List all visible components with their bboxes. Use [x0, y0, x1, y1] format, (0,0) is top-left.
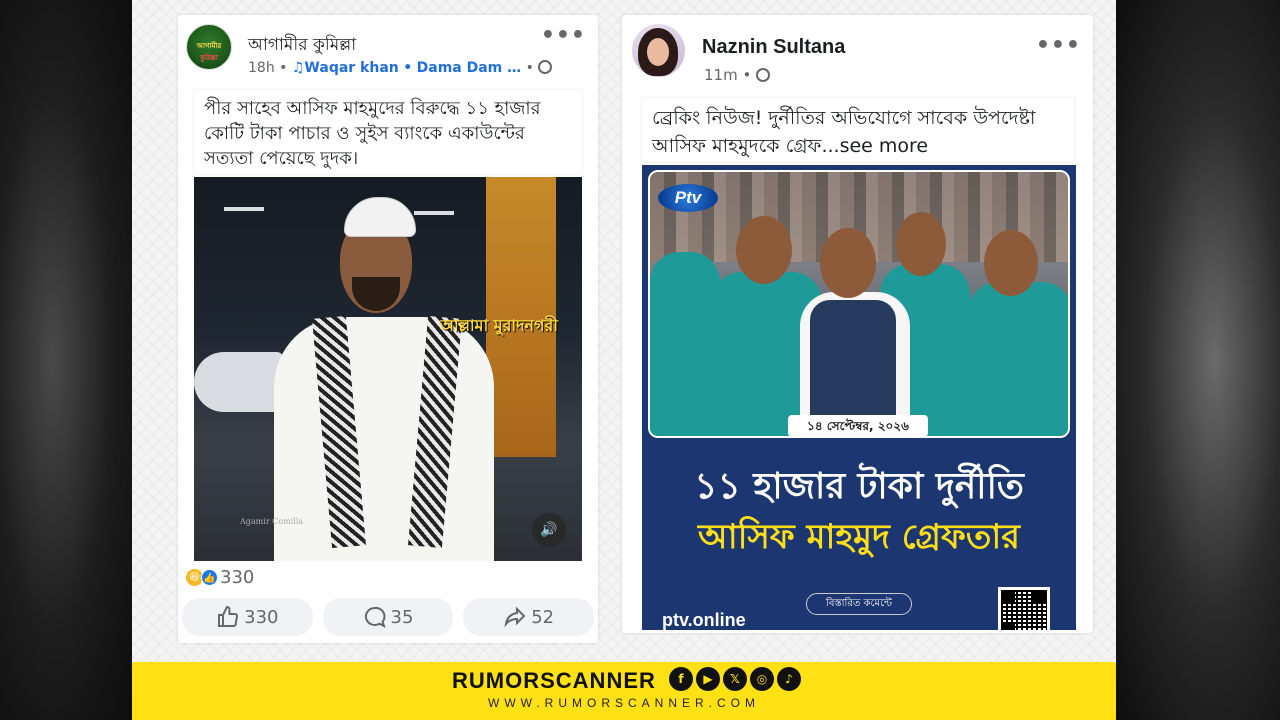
- police-head: [984, 230, 1038, 296]
- post-text: পীর সাহেব আসিফ মাহমুদের বিরুদ্ধে ১১ হাজা…: [194, 90, 582, 174]
- headline-primary: ১১ হাজার টাকা দুর্নীতি: [694, 466, 1024, 507]
- date-label: ১৪ সেপ্টেম্বর, ২০২৬: [788, 415, 928, 437]
- post-time[interactable]: 18h: [248, 60, 275, 76]
- separator: •: [279, 60, 288, 76]
- comment-button[interactable]: 35: [322, 598, 454, 636]
- headline-secondary: আসিফ মাহমুদ গ্রেফতার: [698, 517, 1020, 557]
- comment-icon: [364, 606, 386, 628]
- post-meta: 11m •: [704, 66, 771, 84]
- reaction-summary[interactable]: 😆 👍 330: [186, 567, 254, 588]
- post-meta: 18h • ♫Waqar khan • Dama Dam … •: [248, 60, 553, 76]
- reaction-count: 330: [220, 567, 255, 588]
- facebook-icon[interactable]: f: [669, 667, 693, 691]
- share-icon: [504, 606, 526, 628]
- person-robe: [274, 317, 494, 561]
- music-note-icon: ♫: [291, 60, 305, 76]
- news-card-image[interactable]: Ptv ১৪ সেপ্টেম্বর, ২০২৬ ১১ হাজার টাকা দু…: [642, 165, 1076, 630]
- airplane-image: [194, 352, 284, 412]
- website-url: WWW.RUMORSCANNER.COM: [488, 696, 760, 710]
- see-more-link[interactable]: ...see more: [821, 135, 928, 157]
- more-options-icon[interactable]: •••: [541, 23, 586, 48]
- ceiling-light: [224, 207, 264, 211]
- separator: •: [403, 60, 413, 76]
- post-header: আগামীর কুমিল্লা আগামীর কুমিল্লা 18h • ♫W…: [178, 15, 598, 95]
- post-text: ব্রেকিং নিউজ! দুর্নীতির অভিযোগে সাবেক উপ…: [642, 98, 1074, 162]
- details-in-comment-badge: বিস্তারিত কমেন্টে: [806, 593, 912, 615]
- youtube-icon[interactable]: ▶: [696, 667, 720, 691]
- police-head: [736, 216, 792, 284]
- qr-pattern: [1001, 590, 1047, 630]
- post-actions: 330 35 52: [182, 598, 595, 636]
- news-photo: Ptv: [648, 170, 1070, 438]
- music-track-link[interactable]: Dama Dam …: [417, 60, 522, 76]
- avatar[interactable]: [632, 24, 685, 77]
- avatar-logo-subtext: কুমিল্লা: [200, 54, 218, 62]
- footer-banner: RUMORSCANNER f ▶ 𝕏 ◎ ♪ WWW.RUMORSCANNER.…: [132, 662, 1116, 720]
- globe-icon: [538, 60, 553, 74]
- like-button[interactable]: 330: [182, 598, 313, 636]
- like-reaction-icon: 👍: [201, 569, 218, 586]
- share-count: 52: [531, 606, 555, 628]
- music-artist-link[interactable]: Waqar khan: [304, 60, 398, 76]
- tiktok-icon[interactable]: ♪: [777, 667, 801, 691]
- like-count: 330: [244, 606, 279, 628]
- globe-icon: [756, 68, 771, 82]
- avatar-face: [647, 38, 669, 66]
- person-cap: [344, 197, 416, 237]
- post-card-2: Naznin Sultana 11m • ••• ব্রেকিং নিউজ! দ…: [622, 15, 1093, 633]
- comment-count: 35: [390, 606, 414, 628]
- x-icon[interactable]: 𝕏: [723, 667, 747, 691]
- post-time[interactable]: 11m: [704, 66, 738, 84]
- photo-caption: আল্লামা মুরাদনগরী: [440, 316, 558, 335]
- post-card-1: আগামীর কুমিল্লা আগামীর কুমিল্লা 18h • ♫W…: [178, 15, 598, 643]
- social-icons: f ▶ 𝕏 ◎ ♪: [669, 667, 801, 691]
- avatar-logo-text: আগামীর: [196, 42, 222, 50]
- avatar[interactable]: আগামীর কুমিল্লা: [186, 24, 232, 70]
- post-header: Naznin Sultana 11m • •••: [622, 15, 1093, 95]
- police-officer: [650, 252, 720, 436]
- police-officer: [968, 282, 1068, 436]
- page-name[interactable]: আগামীর কুমিল্লা: [248, 32, 356, 60]
- author-name[interactable]: Naznin Sultana: [702, 36, 845, 59]
- background-right: [1116, 0, 1280, 720]
- site-url: ptv.online: [662, 610, 746, 630]
- separator: •: [742, 66, 752, 84]
- watermark: Agamir Comilla: [240, 517, 304, 526]
- volume-icon[interactable]: 🔊: [532, 513, 566, 547]
- separator: •: [525, 60, 534, 76]
- thumbs-up-icon: [218, 605, 239, 628]
- more-options-icon[interactable]: •••: [1036, 33, 1081, 58]
- detainee-head: [820, 228, 876, 298]
- qr-code-icon: [998, 587, 1050, 630]
- brand-name: RUMORSCANNER: [452, 668, 656, 693]
- ceiling-light: [414, 211, 454, 215]
- share-button[interactable]: 52: [463, 598, 595, 636]
- screenshot-frame: আগামীর কুমিল্লা আগামীর কুমিল্লা 18h • ♫W…: [132, 0, 1116, 720]
- background-left: [0, 0, 132, 720]
- post-video[interactable]: আল্লামা মুরাদনগরী Agamir Comilla 🔊: [194, 177, 582, 561]
- ptv-logo: Ptv: [658, 184, 718, 212]
- instagram-icon[interactable]: ◎: [750, 667, 774, 691]
- police-head: [896, 212, 946, 276]
